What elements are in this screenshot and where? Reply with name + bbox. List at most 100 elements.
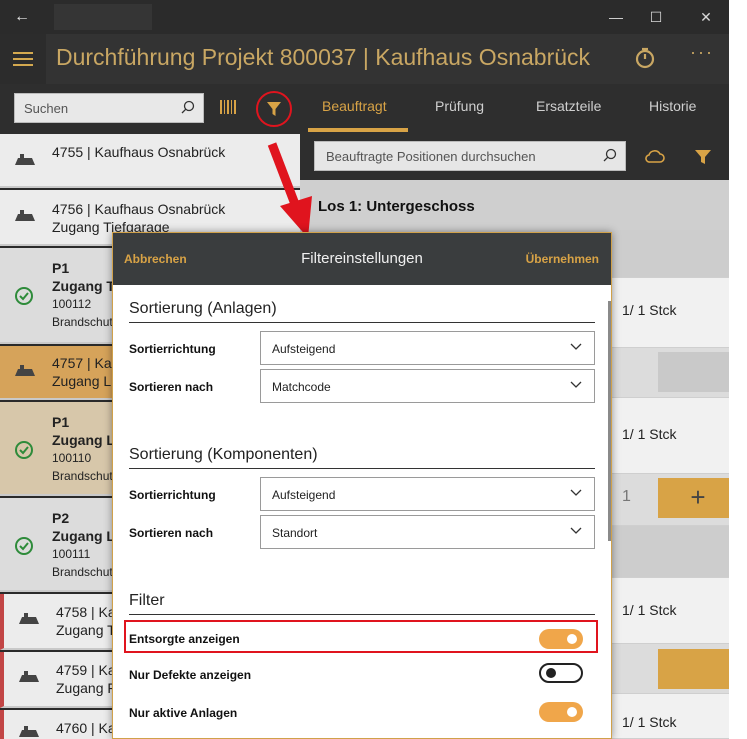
list-item-title: Zugang L: [52, 528, 115, 544]
section-filter: Filter: [129, 592, 165, 609]
search-icon: [181, 100, 195, 114]
position-quantity: 1/ 1 Stck: [622, 426, 677, 442]
minimize-button[interactable]: —: [600, 0, 632, 34]
list-item-position: P1: [52, 260, 70, 276]
tab-ersatzteile[interactable]: Ersatzteile: [536, 98, 601, 114]
components-sort-by-value: Standort: [272, 526, 318, 540]
cloud-sync-icon[interactable]: [645, 148, 665, 166]
position-quantity: 1/ 1 Stck: [622, 302, 677, 318]
sort-direction-label: Sortierrichtung: [129, 342, 216, 356]
list-item-subtitle: Zugang L: [52, 373, 112, 389]
divider: [129, 614, 595, 615]
apply-button[interactable]: Übernehmen: [526, 252, 599, 266]
close-button[interactable]: ✕: [690, 0, 722, 34]
add-component-button[interactable]: [658, 649, 729, 689]
sort-direction-label: Sortierrichtung: [129, 488, 216, 502]
dialog-scrollbar[interactable]: [608, 301, 611, 541]
quantity-stepper-value[interactable]: 1: [622, 488, 631, 506]
toggle-label-active: Nur aktive Anlagen: [129, 706, 238, 720]
building-icon: [15, 210, 35, 221]
list-item-category: Brandschut: [52, 469, 113, 483]
section-sort-components: Sortierung (Komponenten): [129, 446, 318, 463]
barcode-icon[interactable]: [220, 98, 236, 116]
maximize-button[interactable]: ☐: [640, 0, 672, 34]
list-item-position: P2: [52, 510, 70, 526]
assets-sort-direction-select[interactable]: Aufsteigend: [260, 331, 595, 365]
list-item-title: Zugang L: [52, 432, 115, 448]
tab-pruefung[interactable]: Prüfung: [435, 98, 484, 114]
positions-toolbar: Beauftragte Positionen durchsuchen: [300, 134, 729, 180]
building-icon: [19, 613, 39, 624]
toggle-only-defects[interactable]: [539, 663, 583, 683]
position-quantity: 1/ 1 Stck: [622, 714, 677, 730]
list-item-category: Brandschut: [52, 315, 113, 329]
section-sort-assets: Sortierung (Anlagen): [129, 300, 277, 317]
search-placeholder: Suchen: [24, 101, 69, 116]
check-icon: [15, 537, 33, 555]
position-quantity: 1/ 1 Stck: [622, 602, 677, 618]
chevron-down-icon: [570, 489, 582, 496]
active-tab-indicator: [308, 128, 408, 132]
list-item-title: 4758 | Ka: [56, 604, 116, 620]
filter-icon: [267, 102, 281, 116]
check-icon: [15, 287, 33, 305]
sort-by-label: Sortieren nach: [129, 526, 214, 540]
more-options-button[interactable]: ···: [690, 42, 714, 63]
list-item-title: 4759 | Ka: [56, 662, 116, 678]
title-bar: ← — ☐ ✕: [0, 0, 729, 34]
list-item-title: Zugang T: [52, 278, 115, 294]
list-item-position: P1: [52, 414, 70, 430]
divider: [129, 322, 595, 323]
list-item-number: 100112: [52, 297, 92, 311]
toggle-label-defects: Nur Defekte anzeigen: [129, 668, 252, 682]
list-item-title: 4756 | Kaufhaus Osnabrück: [52, 201, 226, 217]
page-title: Durchführung Projekt 800037 | Kaufhaus O…: [56, 44, 591, 70]
quantity-plus-button[interactable]: +: [658, 478, 729, 518]
components-sort-direction-value: Aufsteigend: [272, 488, 336, 502]
left-toolbar: Suchen: [0, 84, 300, 134]
check-icon: [15, 441, 33, 459]
list-item[interactable]: 4755 | Kaufhaus Osnabrück: [0, 134, 300, 188]
filter-icon[interactable]: [694, 148, 712, 166]
assets-sort-by-value: Matchcode: [272, 380, 331, 394]
hamburger-menu-button[interactable]: [0, 34, 46, 84]
divider: [129, 468, 595, 469]
title-placeholder: [54, 4, 152, 30]
list-item-title: 4755 | Kaufhaus Osnabrück: [52, 144, 226, 160]
positions-search-input[interactable]: Beauftragte Positionen durchsuchen: [314, 141, 626, 171]
assets-sort-by-select[interactable]: Matchcode: [260, 369, 595, 403]
components-sort-direction-select[interactable]: Aufsteigend: [260, 477, 595, 511]
filter-button[interactable]: [256, 91, 292, 127]
building-icon: [15, 365, 35, 376]
list-item-number: 100111: [52, 547, 91, 561]
tab-beauftragt[interactable]: Beauftragt: [322, 98, 387, 114]
tab-bar: Beauftragt Prüfung Ersatzteile Historie: [300, 84, 729, 134]
building-icon: [19, 671, 39, 682]
filter-settings-dialog: Abbrechen Filtereinstellungen Übernehmen…: [112, 232, 612, 739]
annotation-arrow: [267, 142, 312, 238]
toggle-show-disposed[interactable]: [539, 629, 583, 649]
building-icon: [19, 726, 39, 737]
toggle-label-disposed: Entsorgte anzeigen: [129, 632, 240, 646]
back-button[interactable]: ←: [10, 6, 34, 28]
search-input[interactable]: Suchen: [14, 93, 204, 123]
app-window: ← — ☐ ✕ Durchführung Projekt 800037 | Ka…: [0, 0, 729, 739]
chevron-down-icon: [570, 343, 582, 350]
dialog-header: Abbrechen Filtereinstellungen Übernehmen: [113, 233, 611, 285]
stopwatch-icon[interactable]: [633, 46, 657, 70]
components-sort-by-select[interactable]: Standort: [260, 515, 595, 549]
positions-search-placeholder: Beauftragte Positionen durchsuchen: [326, 149, 536, 164]
assets-sort-direction-value: Aufsteigend: [272, 342, 336, 356]
list-item-title: 4757 | Ka: [52, 355, 112, 371]
section-header: Los 1: Untergeschoss: [300, 180, 729, 230]
sort-by-label: Sortieren nach: [129, 380, 214, 394]
chevron-down-icon: [570, 527, 582, 534]
app-header: Durchführung Projekt 800037 | Kaufhaus O…: [0, 34, 729, 84]
toggle-only-active[interactable]: [539, 702, 583, 722]
search-icon: [603, 148, 617, 162]
add-component-button[interactable]: [658, 352, 729, 392]
building-icon: [15, 154, 35, 165]
list-item-number: 100110: [52, 451, 92, 465]
tab-historie[interactable]: Historie: [649, 98, 696, 114]
list-item-category: Brandschut: [52, 565, 113, 579]
